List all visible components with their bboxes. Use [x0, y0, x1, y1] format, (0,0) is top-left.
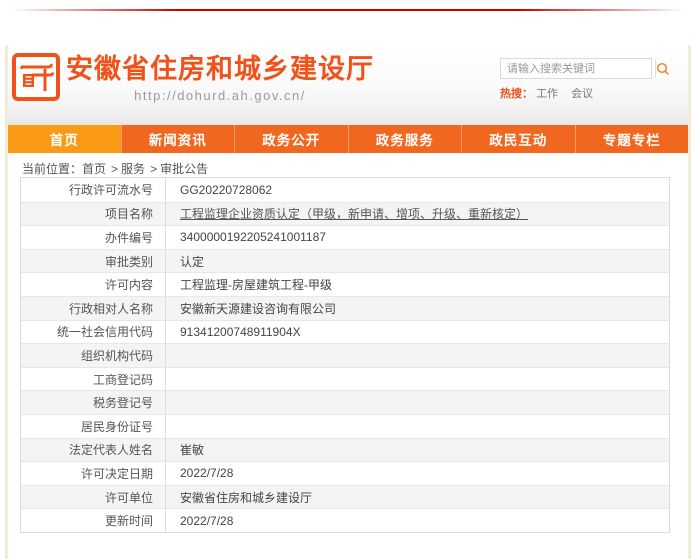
row-label: 居民身份证号: [21, 415, 166, 438]
row-value: [166, 344, 669, 367]
search-box: [500, 58, 652, 79]
top-accent-line: [10, 9, 686, 11]
license-info-table: 行政许可流水号 GG20220728062 项目名称 工程监理企业资质认定（甲级…: [20, 177, 670, 533]
hot-search-link-meeting[interactable]: 会议: [571, 88, 593, 100]
main-nav: 首页 新闻资讯 政务公开 政务服务 政民互动 专题专栏: [8, 125, 688, 153]
search-area: 热搜： 工作 会议: [500, 58, 652, 101]
breadcrumb: 当前位置：首页>服务>审批公告: [22, 160, 208, 177]
breadcrumb-separator: >: [111, 162, 118, 176]
row-value: 2022/7/28: [166, 462, 669, 485]
row-label: 更新时间: [21, 509, 166, 532]
nav-tab[interactable]: 政民互动: [461, 125, 575, 153]
row-value: 2022/7/28: [166, 509, 669, 532]
site-title: 安徽省住房和城乡建设厅: [66, 53, 374, 85]
row-label: 工商登记码: [21, 368, 166, 391]
row-value: [166, 368, 669, 391]
nav-tab-label: 政务服务: [376, 129, 434, 149]
site-url: http://dohurd.ah.gov.cn/: [66, 88, 374, 103]
row-value: 91341200748911904X: [166, 321, 669, 344]
table-row: 审批类别 认定: [21, 249, 669, 273]
row-value[interactable]: 工程监理企业资质认定（甲级，新申请、增项、升级、重新核定）: [166, 203, 669, 226]
table-row: 居民身份证号: [21, 414, 669, 438]
row-value: 3400000192205241001187: [166, 226, 669, 249]
row-label: 行政许可流水号: [21, 178, 166, 202]
right-page-border: [688, 45, 691, 559]
breadcrumb-service[interactable]: 服务: [121, 162, 145, 176]
row-value: 崔敏: [166, 439, 669, 462]
row-label: 项目名称: [21, 203, 166, 226]
nav-tab[interactable]: 新闻资讯: [121, 125, 235, 153]
table-row: 更新时间 2022/7/28: [21, 508, 669, 532]
breadcrumb-approval-notice[interactable]: 审批公告: [160, 162, 208, 176]
table-row: 工商登记码: [21, 367, 669, 391]
row-label: 行政相对人名称: [21, 297, 166, 320]
table-row: 行政相对人名称 安徽新天源建设咨询有限公司: [21, 296, 669, 320]
table-row: 许可内容 工程监理-房屋建筑工程-甲级: [21, 272, 669, 296]
hot-search-link-work[interactable]: 工作: [536, 88, 558, 100]
breadcrumb-separator: >: [150, 162, 157, 176]
row-label: 税务登记号: [21, 391, 166, 414]
row-value: 认定: [166, 250, 669, 273]
hot-search-line: 热搜： 工作 会议: [500, 85, 652, 101]
nav-tab[interactable]: 首页: [8, 125, 121, 153]
search-input[interactable]: [501, 60, 655, 77]
table-row: 许可决定日期 2022/7/28: [21, 461, 669, 485]
row-label: 组织机构代码: [21, 344, 166, 367]
table-row: 组织机构代码: [21, 343, 669, 367]
table-row: 办件编号 3400000192205241001187: [21, 225, 669, 249]
table-row: 法定代表人姓名 崔敏: [21, 438, 669, 462]
site-header: 安徽省住房和城乡建设厅 http://dohurd.ah.gov.cn/ 热搜：…: [8, 45, 688, 125]
nav-tab-label: 政务公开: [262, 129, 320, 149]
nav-tab-label: 专题专栏: [603, 129, 661, 149]
site-logo-icon: [12, 53, 60, 101]
row-value: [166, 415, 669, 438]
row-label: 审批类别: [21, 250, 166, 273]
hot-search-label: 热搜：: [500, 88, 533, 100]
brand-block: 安徽省住房和城乡建设厅 http://dohurd.ah.gov.cn/: [66, 53, 374, 103]
table-row: 许可单位 安徽省住房和城乡建设厅: [21, 485, 669, 509]
row-value: [166, 391, 669, 414]
row-value: GG20220728062: [166, 178, 669, 202]
row-label: 统一社会信用代码: [21, 321, 166, 344]
nav-tab-label: 首页: [50, 129, 79, 149]
row-value: 工程监理-房屋建筑工程-甲级: [166, 273, 669, 296]
row-label: 许可决定日期: [21, 462, 166, 485]
breadcrumb-home[interactable]: 首页: [82, 162, 106, 176]
nav-tab[interactable]: 专题专栏: [575, 125, 689, 153]
nav-tab-label: 政民互动: [489, 129, 547, 149]
breadcrumb-prefix: 当前位置：: [22, 162, 82, 176]
row-label: 许可单位: [21, 486, 166, 509]
row-label: 法定代表人姓名: [21, 439, 166, 462]
row-value: 安徽省住房和城乡建设厅: [166, 486, 669, 509]
row-label: 办件编号: [21, 226, 166, 249]
row-value: 安徽新天源建设咨询有限公司: [166, 297, 669, 320]
nav-tab[interactable]: 政务服务: [348, 125, 462, 153]
table-row: 行政许可流水号 GG20220728062: [21, 178, 669, 202]
search-icon: [656, 62, 670, 76]
table-row: 税务登记号: [21, 390, 669, 414]
nav-tab[interactable]: 政务公开: [234, 125, 348, 153]
search-button[interactable]: [655, 59, 670, 78]
page: 安徽省住房和城乡建设厅 http://dohurd.ah.gov.cn/ 热搜：…: [0, 0, 696, 559]
table-row: 统一社会信用代码 91341200748911904X: [21, 320, 669, 344]
row-label: 许可内容: [21, 273, 166, 296]
nav-tab-label: 新闻资讯: [149, 129, 207, 149]
table-row: 项目名称 工程监理企业资质认定（甲级，新申请、增项、升级、重新核定）: [21, 202, 669, 226]
